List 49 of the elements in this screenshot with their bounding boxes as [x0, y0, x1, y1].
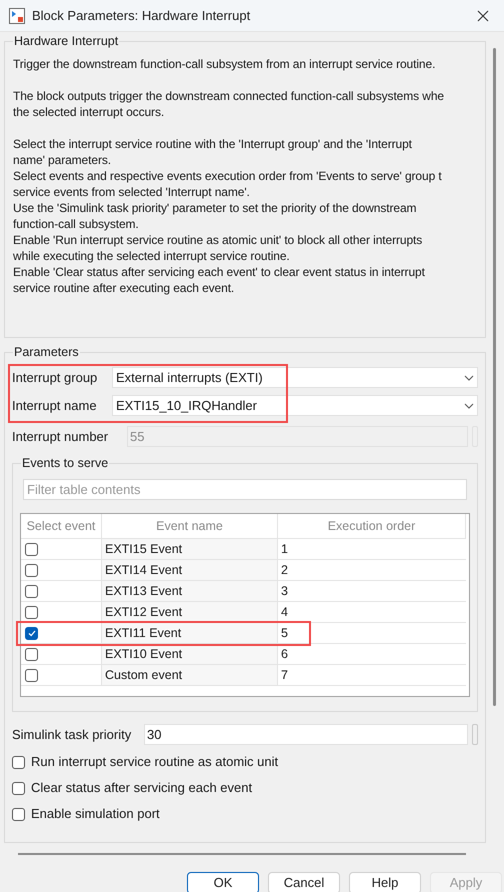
table-cell: EXTI14 Event: [102, 560, 278, 581]
check-icon: [26, 628, 36, 638]
option-checkbox[interactable]: [12, 756, 25, 768]
table-cell: 7: [278, 665, 466, 686]
dialog-button[interactable]: OK: [187, 872, 259, 892]
field-label: Interrupt number: [12, 428, 110, 446]
table-cell: EXTI10 Event: [102, 644, 278, 665]
group-title: Parameters: [13, 345, 80, 359]
checkbox-label: Enable simulation port: [31, 805, 160, 824]
option-checkbox[interactable]: [12, 808, 25, 820]
interrupt-group-dropdown[interactable]: External interrupts (EXTI): [112, 367, 478, 388]
table-cell: 6: [278, 644, 466, 665]
dialog-button[interactable]: Help: [349, 872, 421, 892]
event-checkbox[interactable]: [25, 626, 38, 640]
table-cell: EXTI13 Event: [102, 581, 278, 602]
table-cell: 5: [278, 623, 466, 644]
field-label: Interrupt group: [12, 368, 98, 387]
checkbox-label: Run interrupt service routine as atomic unit: [31, 753, 278, 772]
task-priority-field[interactable]: 30: [144, 724, 468, 745]
table-cell: 4: [278, 602, 466, 623]
table-cell: Custom event: [102, 665, 278, 686]
option-checkbox[interactable]: [12, 782, 25, 794]
table-cell: EXTI15 Event: [102, 539, 278, 560]
window-title: Block Parameters: Hardware Interrupt: [32, 6, 250, 25]
group-title: Events to serve: [21, 456, 110, 470]
chevron-icon: [464, 374, 474, 380]
block-icon: [9, 8, 25, 24]
close-icon: [477, 10, 489, 22]
group-title: Hardware Interrupt: [13, 34, 120, 48]
scrollbar[interactable]: [493, 48, 496, 706]
event-checkbox[interactable]: [25, 606, 38, 618]
table-cell: 3: [278, 581, 466, 602]
checkbox-label: Clear status after servicing each event: [31, 779, 252, 798]
field-label: Interrupt name: [12, 396, 98, 415]
description-text: Trigger the downstream function-call subsystem from an interrupt service routine. The block outputs trigger the downstream connected function-call subsystems whe the selected interrupt occurs. Select the interrupt service routine with the 'Interrupt group' and the 'Interrupt name' parameters. Select events and respective events execution order from 'Events to serve' group t service events from selected 'Interrupt name'. Use the 'Simulink task priority' parameter to set the priority of the downstream function-call subsystem. Enable 'Run interrupt service routine as atomic unit' to block all other interrupts while executing the selected interrupt service routine. Enable 'Clear status after servicing each event' to clear event status in interrupt service routine after executing each event.: [13, 56, 445, 296]
interrupt-name-dropdown[interactable]: EXTI15_10_IRQHandler: [112, 395, 478, 416]
table-cell: 1: [278, 539, 466, 560]
dialog-button[interactable]: Cancel: [268, 872, 340, 892]
table-cell: EXTI12 Event: [102, 602, 278, 623]
event-checkbox[interactable]: [25, 564, 38, 576]
event-checkbox[interactable]: [25, 542, 38, 556]
field-label: Simulink task priority: [12, 726, 132, 744]
table-cell: 2: [278, 560, 466, 581]
filter-field[interactable]: Filter table contents: [23, 479, 467, 500]
event-checkbox[interactable]: [25, 584, 38, 598]
chevron-icon: [464, 402, 474, 408]
event-checkbox[interactable]: [25, 668, 38, 682]
table-cell: EXTI11 Event: [102, 623, 278, 644]
event-checkbox[interactable]: [25, 648, 38, 660]
